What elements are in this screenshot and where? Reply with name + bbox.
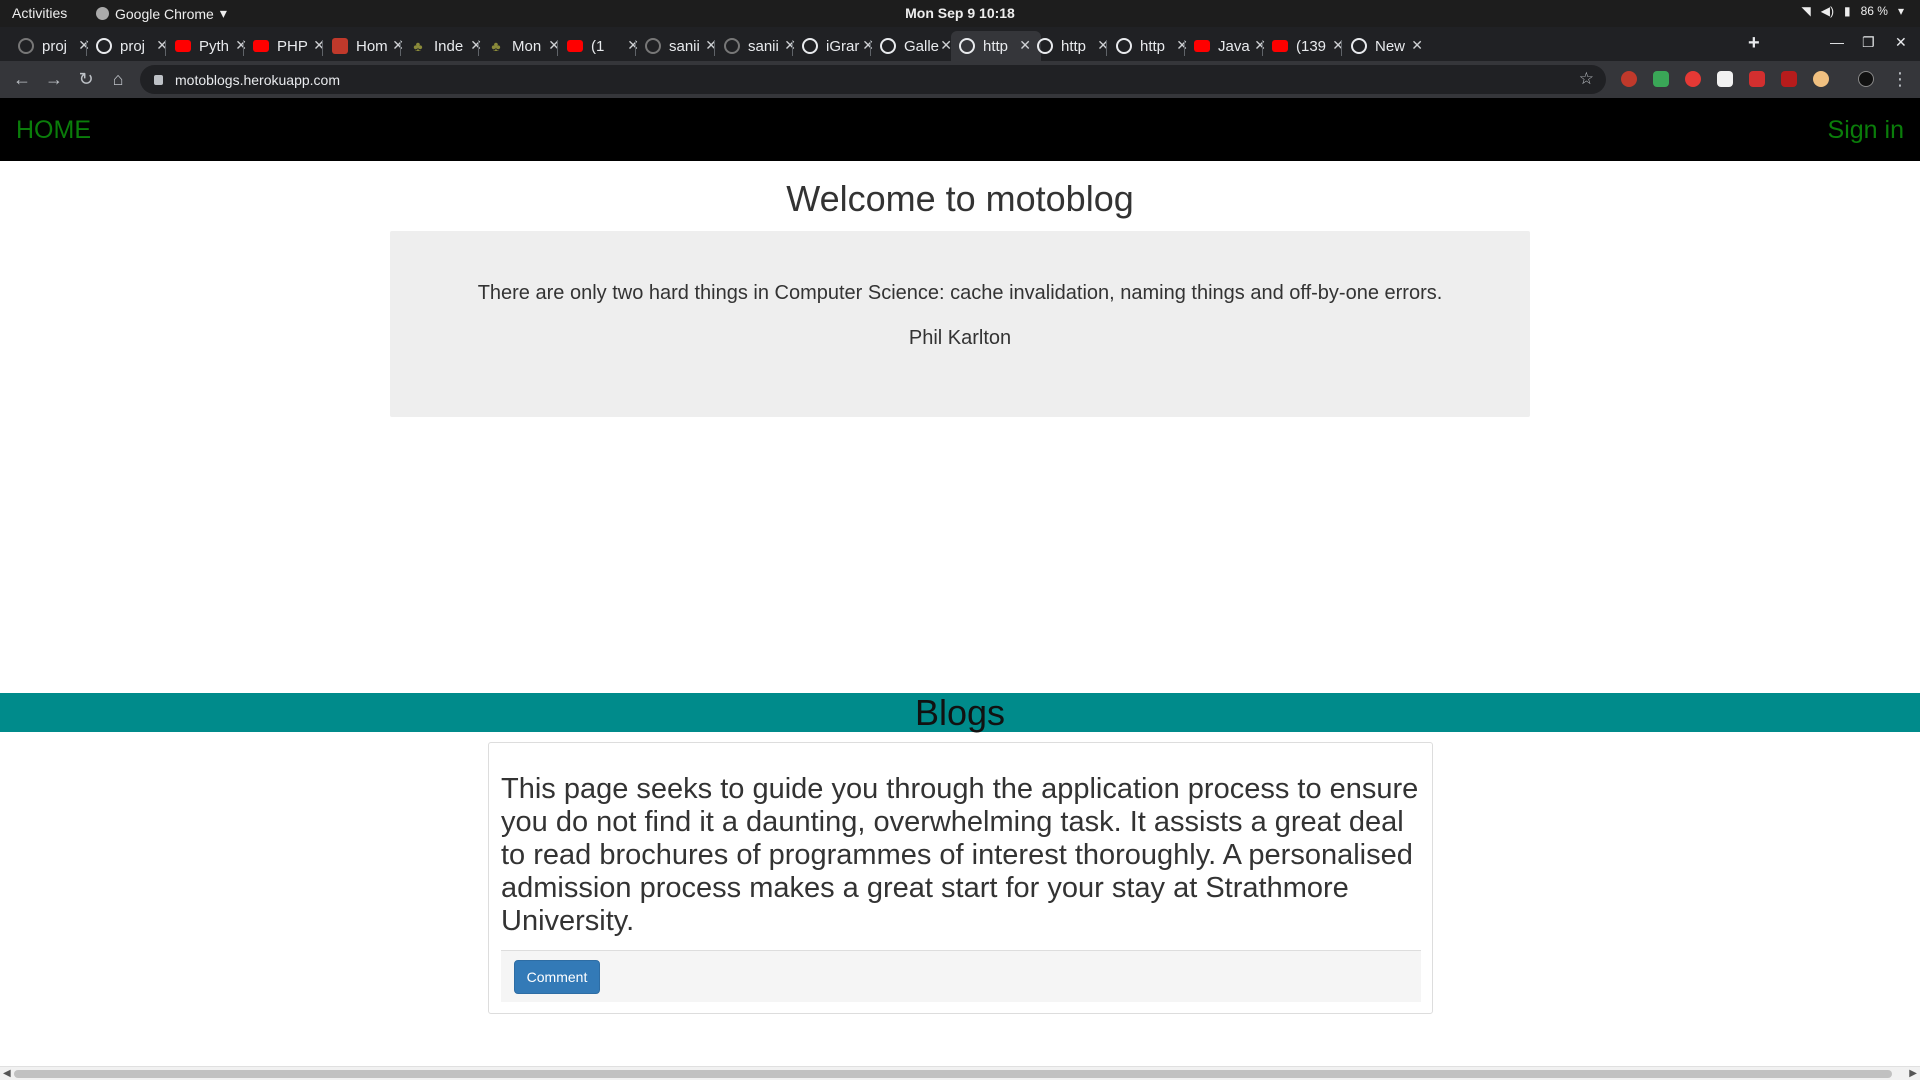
extension-icon-7[interactable] [1813,71,1829,87]
globe-icon [802,38,818,54]
tab-separator [322,40,323,56]
tree-icon: ♣ [491,38,501,54]
lock-icon[interactable] [154,74,163,85]
blogs-heading: Blogs [0,693,1920,732]
extension-icon-1[interactable] [1621,71,1637,87]
youtube-icon [253,40,269,52]
youtube-icon [1272,40,1288,52]
back-icon[interactable]: ← [12,69,32,90]
extension-icon-2[interactable] [1653,71,1669,87]
tab-separator [714,40,715,56]
blog-post-footer: Comment [501,950,1421,1002]
tab-separator [1184,40,1185,56]
wifi-icon: ◥ [1801,4,1811,18]
tab-separator [1262,40,1263,56]
clock[interactable]: Mon Sep 9 10:18 [0,5,1920,21]
address-bar[interactable]: motoblogs.herokuapp.com ☆ [140,65,1606,94]
scroll-right-icon[interactable]: ▶ [1909,1068,1917,1079]
tab-separator [165,40,166,56]
tab-separator [557,40,558,56]
profile-avatar[interactable] [1858,71,1874,87]
quote-jumbotron: There are only two hard things in Comput… [390,231,1530,417]
scroll-left-icon[interactable]: ◀ [3,1068,11,1079]
blog-post-card: This page seeks to guide you through the… [488,742,1433,1014]
browser-tab[interactable]: http ✕ [951,31,1041,61]
new-tab-button[interactable]: + [1748,32,1760,55]
site-icon [332,38,348,54]
github-icon [645,38,661,54]
tab-close-icon[interactable]: ✕ [1411,37,1423,54]
extension-icon-3[interactable] [1685,71,1701,87]
system-top-bar: Activities Google Chrome ▾ Mon Sep 9 10:… [0,0,1920,27]
youtube-icon [175,40,191,52]
adblock-icon[interactable] [1749,71,1765,87]
extension-icon-4[interactable] [1717,71,1733,87]
github-icon [724,38,740,54]
restore-button[interactable]: ❐ [1862,34,1875,51]
tab-separator [478,40,479,56]
quote-text: There are only two hard things in Comput… [477,282,1443,304]
close-window-button[interactable]: ✕ [1895,34,1907,51]
quote-author: Phil Karlton [908,327,1012,349]
pdf-icon[interactable] [1781,71,1797,87]
youtube-icon [1194,40,1210,52]
browser-toolbar: ← → ↻ ⌂ motoblogs.herokuapp.com ☆ ⋮ [0,61,1920,98]
github-icon [18,38,34,54]
globe-icon [1116,38,1132,54]
reload-icon[interactable]: ↻ [76,69,96,90]
battery-icon: ▮ [1844,4,1851,18]
home-link[interactable]: HOME [16,116,91,145]
globe-icon [96,38,112,54]
browser-tab[interactable]: New ✕ [1343,31,1433,61]
horizontal-scrollbar[interactable]: ◀ ▶ [0,1066,1920,1080]
globe-icon [1351,38,1367,54]
scrollbar-thumb[interactable] [14,1070,1892,1078]
tab-separator [1106,40,1107,56]
globe-icon [959,38,975,54]
minimize-button[interactable]: — [1830,34,1844,50]
tab-separator [792,40,793,56]
volume-icon: ◀) [1820,4,1834,18]
globe-icon [880,38,896,54]
forward-icon[interactable]: → [44,69,64,90]
home-icon[interactable]: ⌂ [108,69,128,90]
tab-separator [86,40,87,56]
bookmark-star-icon[interactable]: ☆ [1579,69,1594,89]
tab-separator [1341,40,1342,56]
url-text: motoblogs.herokuapp.com [175,71,340,88]
caret-down-icon: ▾ [1897,4,1904,18]
youtube-icon [567,40,583,52]
tab-strip: proj ✕ proj ✕ Pyth ✕ PHP ✕ Hom ✕ ♣ Inde ✕ ♣ Mon ✕ (1 ✕ san… [0,27,1920,61]
tab-separator [635,40,636,56]
tab-separator [243,40,244,56]
sign-in-link[interactable]: Sign in [1828,116,1904,145]
tab-separator [400,40,401,56]
blog-post-body: This page seeks to guide you through the… [501,773,1419,937]
browser-tab[interactable]: Galle ✕ [872,31,962,61]
battery-percent: 86 % [1860,4,1888,18]
comment-button[interactable]: Comment [514,960,600,994]
system-status-area[interactable]: ◥ ◀) ▮ 86 % ▾ [1802,4,1904,18]
site-navbar: HOME Sign in [0,98,1920,161]
tree-icon: ♣ [413,38,423,54]
tab-separator [870,40,871,56]
globe-icon [1037,38,1053,54]
page-title: Welcome to motoblog [786,178,1134,219]
menu-dots-icon[interactable]: ⋮ [1890,69,1910,90]
